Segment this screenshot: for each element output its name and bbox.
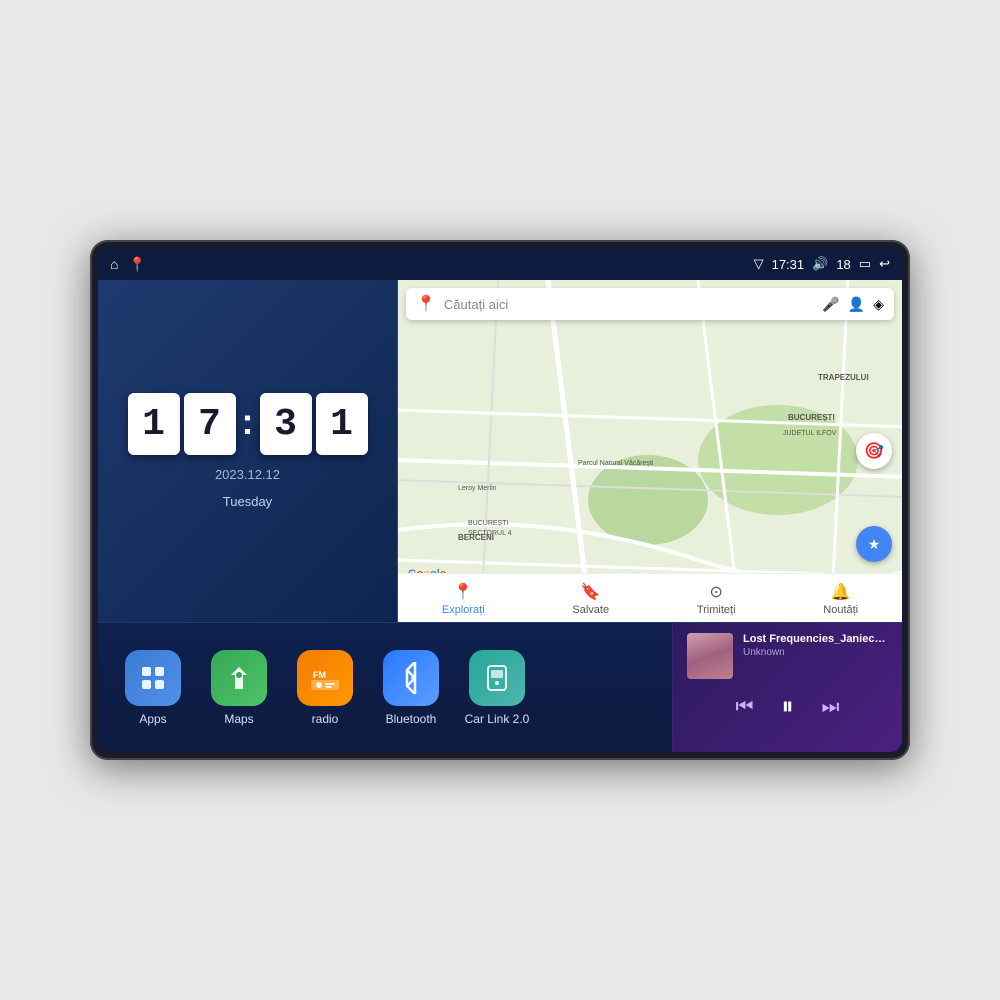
map-nav-send[interactable]: ⊙ Trimiteți [697, 582, 736, 616]
saved-label: Salvate [572, 604, 609, 616]
music-controls: ⏮ ⏸ ⏭ [687, 689, 888, 725]
svg-text:BUCUREȘTI: BUCUREȘTI [788, 413, 835, 422]
svg-text:Parcul Natural Văcărești: Parcul Natural Văcărești [578, 460, 654, 467]
status-right: ▽ 17:31 🔊 18 ▭ ↩ [754, 256, 890, 272]
home-icon[interactable]: ⌂ [110, 256, 118, 272]
maps-shortcut-icon[interactable]: 📍 [128, 256, 145, 273]
apps-section: Apps Maps [98, 623, 672, 752]
map-nav-news[interactable]: 🔔 Noutăți [823, 582, 858, 616]
carlink-label: Car Link 2.0 [465, 712, 530, 726]
app-item-apps[interactable]: Apps [118, 650, 188, 726]
apps-icon [125, 650, 181, 706]
apps-label: Apps [139, 712, 166, 726]
maps-icon [211, 650, 267, 706]
hour-tens: 1 [128, 393, 180, 455]
clock-colon: : [242, 401, 254, 443]
bluetooth-label: Bluetooth [386, 712, 437, 726]
send-label: Trimiteți [697, 604, 736, 616]
status-left: ⌂ 📍 [110, 256, 146, 273]
svg-text:JUDEȚUL ILFOV: JUDEȚUL ILFOV [783, 430, 837, 437]
map-layers-icon[interactable]: ◈ [873, 296, 884, 313]
map-nav-saved[interactable]: 🔖 Salvate [572, 582, 609, 616]
music-info: Lost Frequencies_Janieck Devy-... Unknow… [743, 633, 888, 658]
explore-label: Explorați [442, 604, 485, 616]
battery-level: 18 [836, 257, 850, 272]
battery-icon: ▭ [859, 256, 871, 272]
map-background: BUCUREȘTI JUDEȚUL ILFOV BERCENI TRAPEZUL… [398, 280, 902, 622]
album-art-image [687, 633, 733, 679]
app-row: Apps Maps [98, 622, 902, 752]
radio-label: radio [312, 712, 339, 726]
send-icon: ⊙ [709, 582, 722, 602]
svg-text:BUCUREȘTI: BUCUREȘTI [468, 520, 509, 527]
map-pin-icon: 📍 [416, 294, 436, 314]
app-item-maps[interactable]: Maps [204, 650, 274, 726]
music-artist: Unknown [743, 647, 888, 658]
music-top: Lost Frequencies_Janieck Devy-... Unknow… [687, 633, 888, 679]
hours-group: 1 7 [128, 393, 236, 455]
svg-text:SECTORUL 4: SECTORUL 4 [468, 530, 512, 537]
bluetooth-icon-bg [383, 650, 439, 706]
svg-text:TRAPEZULUI: TRAPEZULUI [818, 373, 869, 382]
svg-text:FM: FM [313, 670, 326, 680]
car-screen: ⌂ 📍 ▽ 17:31 🔊 18 ▭ ↩ 1 [98, 248, 902, 752]
back-icon[interactable]: ↩ [879, 256, 890, 272]
clock-widget: 1 7 : 3 1 2023.12.12 Tuesday [98, 280, 398, 622]
news-icon: 🔔 [831, 582, 851, 602]
location-fab[interactable]: 🎯 [856, 433, 892, 469]
status-bar: ⌂ 📍 ▽ 17:31 🔊 18 ▭ ↩ [98, 248, 902, 280]
clock-date: 2023.12.12 [215, 467, 280, 482]
map-nav-explore[interactable]: 📍 Explorați [442, 582, 485, 616]
app-item-radio[interactable]: FM radio [290, 650, 360, 726]
play-pause-button[interactable]: ⏸ [778, 689, 798, 725]
music-player: Lost Frequencies_Janieck Devy-... Unknow… [672, 623, 902, 752]
minutes-group: 3 1 [260, 393, 368, 455]
maps-label: Maps [224, 712, 253, 726]
explore-icon: 📍 [453, 582, 473, 602]
carlink-icon-bg [469, 650, 525, 706]
hour-ones: 7 [184, 393, 236, 455]
radio-icon-bg: FM [297, 650, 353, 706]
app-item-carlink[interactable]: Car Link 2.0 [462, 650, 532, 726]
navigate-fab[interactable]: ★ [856, 526, 892, 562]
signal-icon: ▽ [754, 256, 764, 272]
minute-tens: 3 [260, 393, 312, 455]
clock-status: 17:31 [772, 257, 805, 272]
top-row: 1 7 : 3 1 2023.12.12 Tuesday [98, 280, 902, 622]
next-button[interactable]: ⏭ [818, 692, 844, 723]
flip-clock: 1 7 : 3 1 [128, 393, 368, 455]
car-display-device: ⌂ 📍 ▽ 17:31 🔊 18 ▭ ↩ 1 [90, 240, 910, 760]
map-mic-icon[interactable]: 🎤 [822, 296, 839, 313]
minute-ones: 1 [316, 393, 368, 455]
news-label: Noutăți [823, 604, 858, 616]
volume-icon: 🔊 [812, 256, 828, 272]
music-title: Lost Frequencies_Janieck Devy-... [743, 633, 888, 645]
map-search-bar[interactable]: 📍 Căutați aici 🎤 👤 ◈ [406, 288, 894, 320]
album-art [687, 633, 733, 679]
map-widget[interactable]: BUCUREȘTI JUDEȚUL ILFOV BERCENI TRAPEZUL… [398, 280, 902, 622]
map-search-text: Căutați aici [444, 297, 814, 312]
app-item-bluetooth[interactable]: Bluetooth [376, 650, 446, 726]
clock-day: Tuesday [223, 494, 272, 509]
main-content: 1 7 : 3 1 2023.12.12 Tuesday [98, 280, 902, 752]
prev-button[interactable]: ⏮ [732, 692, 758, 723]
map-account-icon[interactable]: 👤 [848, 296, 865, 313]
map-bottom-nav: 📍 Explorați 🔖 Salvate ⊙ Trimiteți 🔔 [398, 573, 902, 622]
saved-icon: 🔖 [581, 582, 601, 602]
svg-text:Leroy Merlin: Leroy Merlin [458, 485, 497, 492]
